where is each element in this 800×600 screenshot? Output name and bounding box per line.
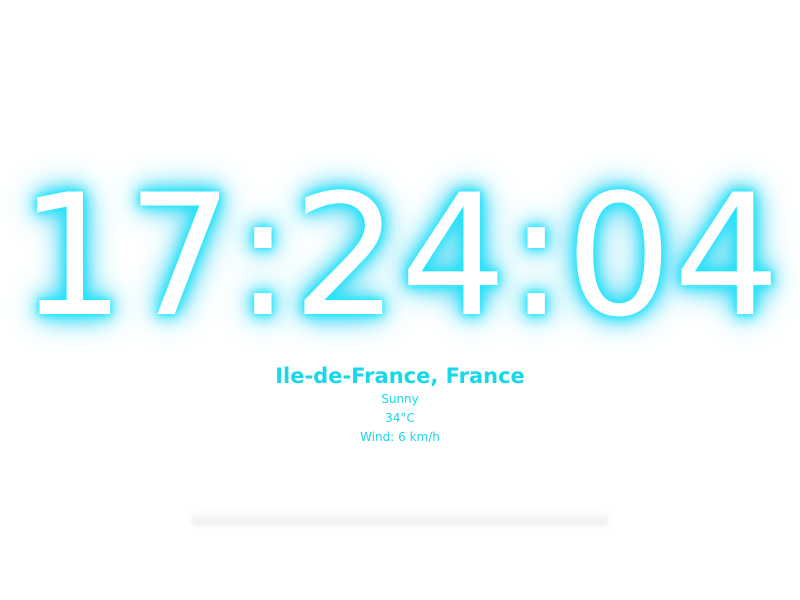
weather-wind: Wind: 6 km/h: [360, 430, 440, 444]
digital-clock-time: 17:24:04: [18, 158, 782, 354]
clock-widget: 17:24:04 Ile-de-France, France Sunny 34°…: [0, 0, 800, 600]
bottom-shadow-bar: [190, 510, 610, 526]
weather-location: Ile-de-France, France: [275, 364, 525, 388]
weather-temperature: 34°C: [385, 411, 415, 425]
weather-panel: Ile-de-France, France Sunny 34°C Wind: 6…: [0, 362, 800, 447]
weather-condition: Sunny: [381, 392, 419, 406]
